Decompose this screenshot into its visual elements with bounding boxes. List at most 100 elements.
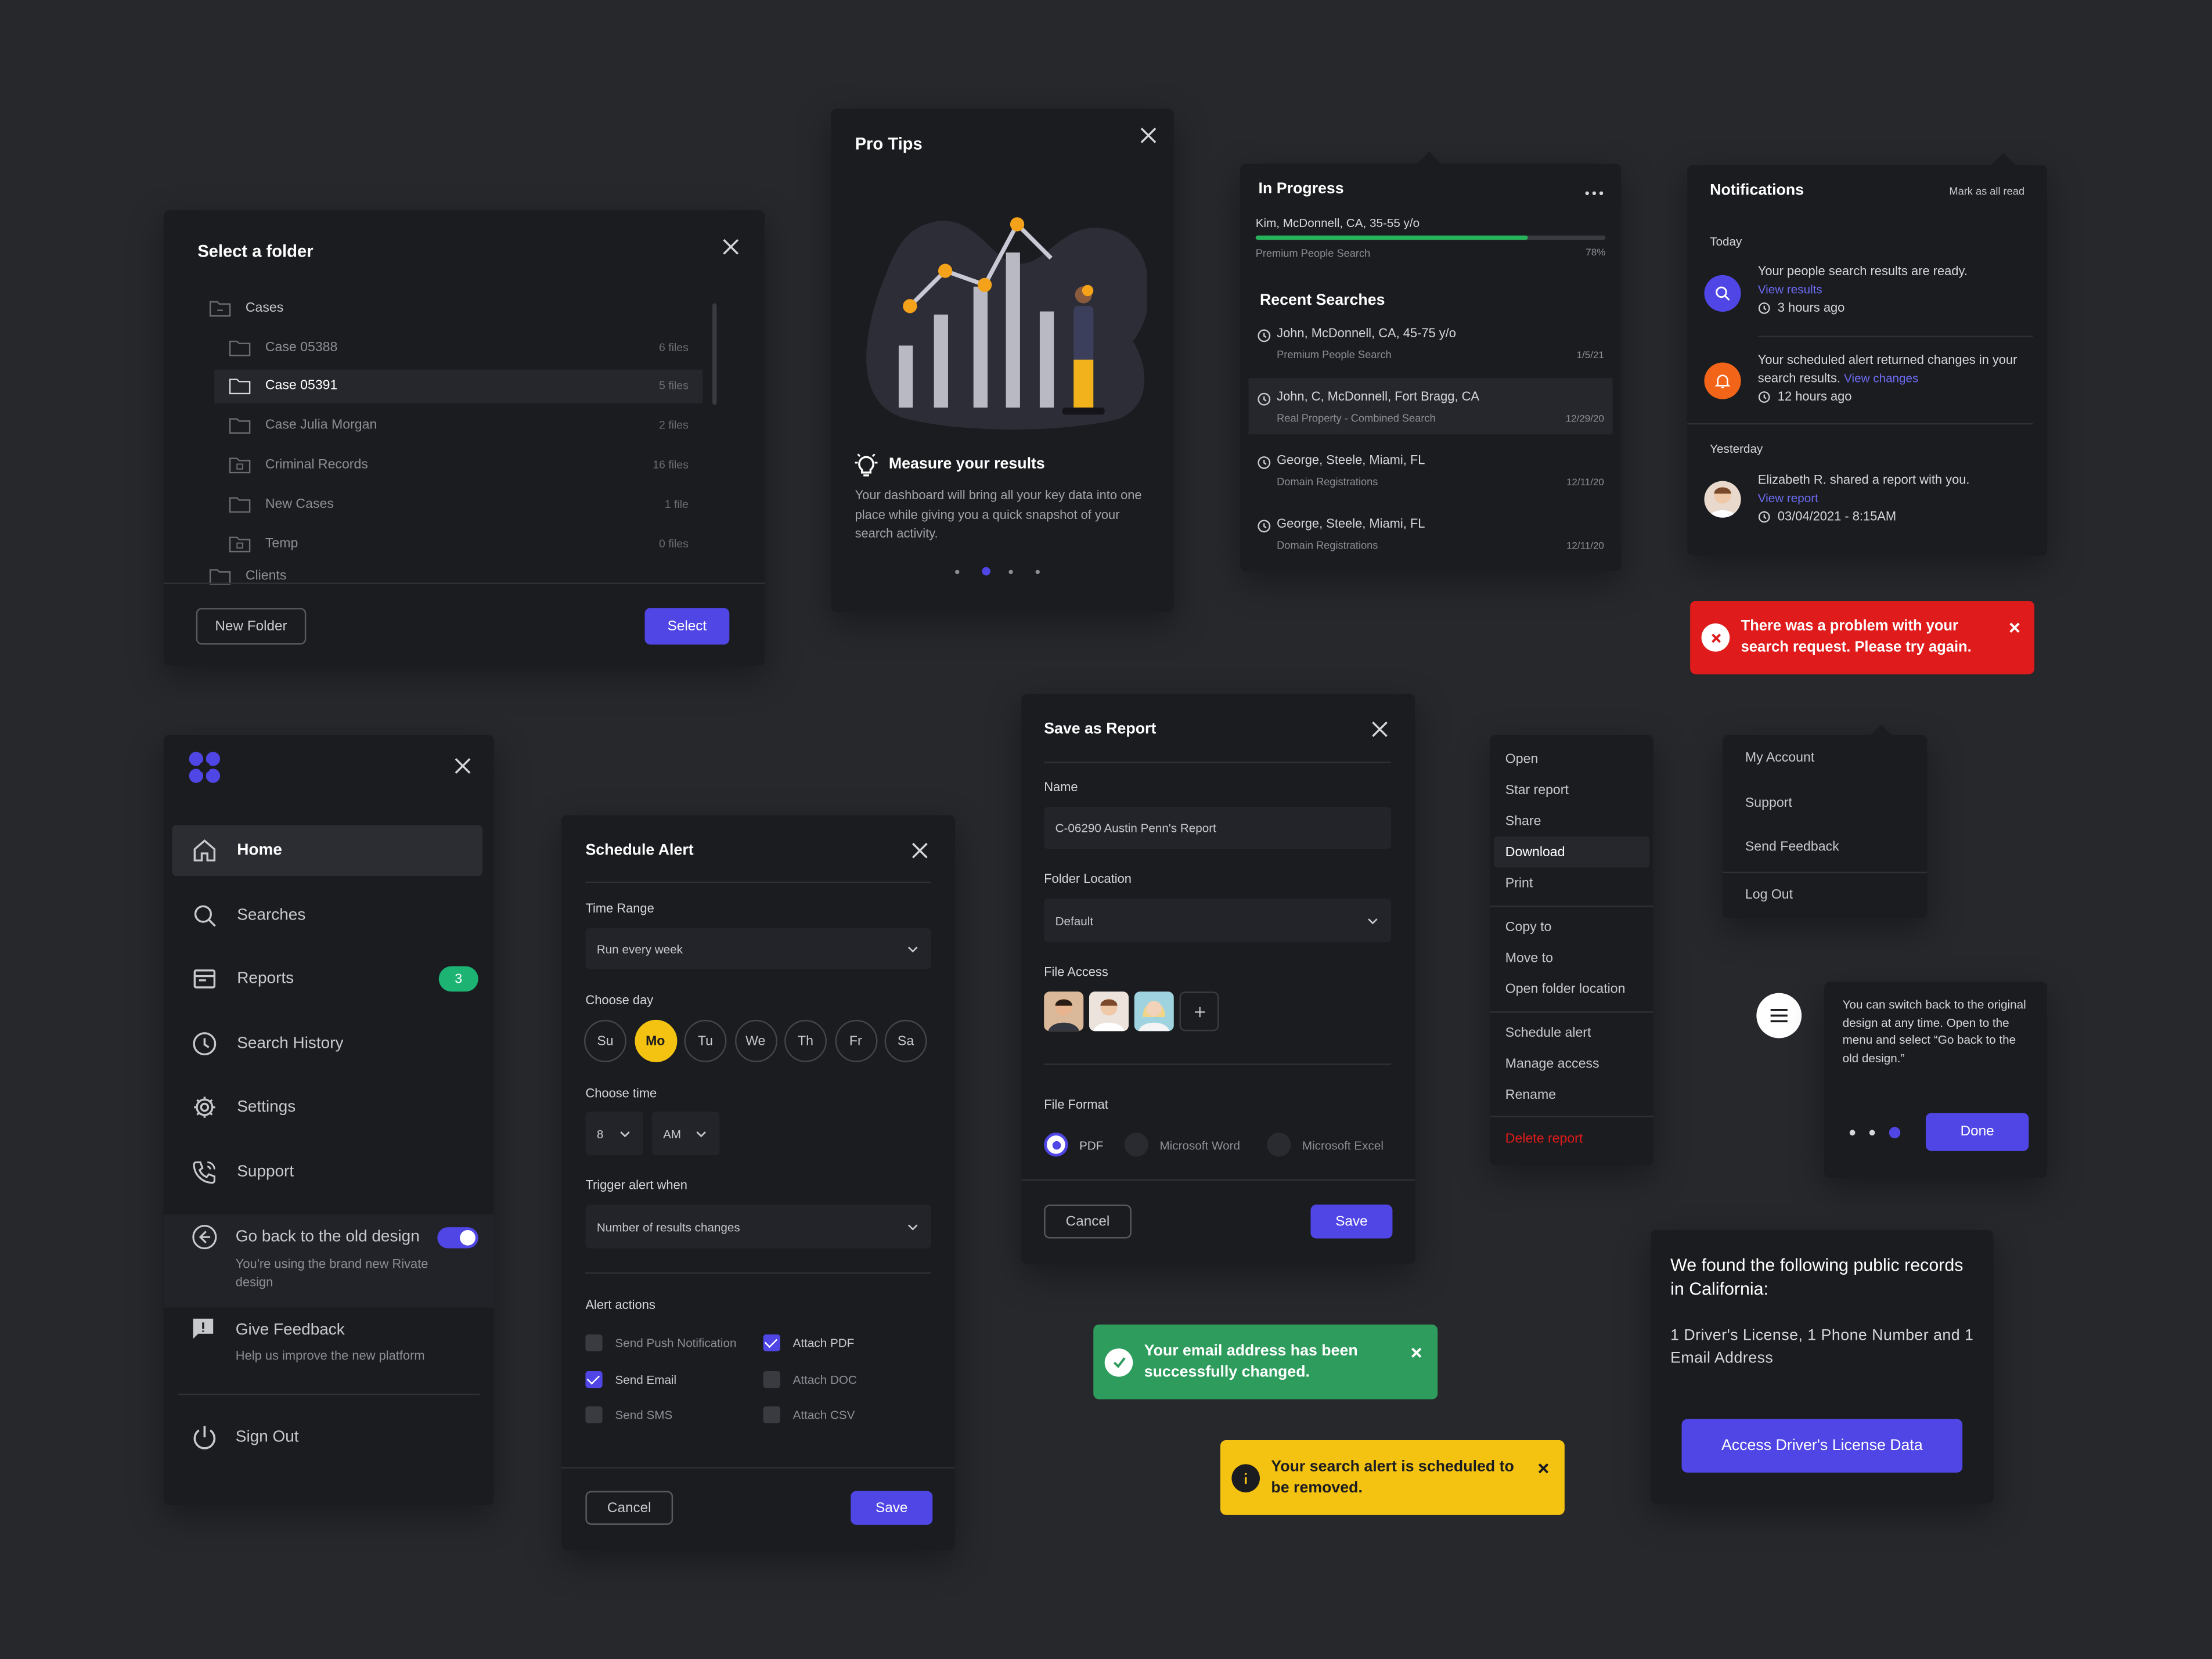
pager-dot[interactable] <box>1008 569 1013 574</box>
recent-search-row[interactable]: George, Steele, Miami, FL Domain Registra… <box>1249 505 1613 561</box>
recent-search-row[interactable]: John, C, McDonnell, Fort Bragg, CA Real P… <box>1248 378 1613 435</box>
cancel-button[interactable]: Cancel <box>585 1491 673 1525</box>
menu-item-rename[interactable]: Rename <box>1505 1088 1556 1103</box>
folder-location-select[interactable]: Default <box>1044 898 1391 943</box>
menu-item-send-feedback[interactable]: Send Feedback <box>1745 839 1839 855</box>
search-name: George, Steele, Miami, FL <box>1277 516 1425 531</box>
recent-search-row[interactable]: George, Steele, Miami, FL Domain Registra… <box>1249 442 1613 498</box>
sidebar-item-reports[interactable]: Reports 3 <box>172 954 482 1004</box>
close-icon[interactable] <box>910 841 930 860</box>
sidebar-item-settings[interactable]: Settings <box>172 1082 482 1133</box>
scrollbar[interactable] <box>712 303 717 405</box>
pager-dot[interactable] <box>955 569 960 574</box>
format-radio[interactable] <box>1267 1133 1291 1157</box>
sidebar-item-home[interactable]: Home <box>172 825 483 877</box>
sidebar-item-search-history[interactable]: Search History <box>172 1018 482 1069</box>
day-su[interactable]: Su <box>584 1019 626 1062</box>
format-radio[interactable] <box>1124 1133 1149 1157</box>
access-license-button[interactable]: Access Driver's License Data <box>1681 1419 1963 1473</box>
view-changes-link[interactable]: View changes <box>1844 371 1918 385</box>
close-icon[interactable] <box>2009 615 2020 633</box>
sidebar-item-support[interactable]: Support <box>172 1147 482 1198</box>
menu-item-open[interactable]: Open <box>1505 752 1538 767</box>
menu-item-my-account[interactable]: My Account <box>1745 751 1814 766</box>
close-icon[interactable] <box>1370 719 1390 739</box>
old-design-toggle[interactable] <box>437 1227 478 1249</box>
folder-row-5[interactable]: Temp 0 files <box>214 526 702 560</box>
save-button[interactable]: Save <box>1310 1204 1393 1239</box>
close-icon[interactable] <box>453 756 473 776</box>
file-count: 2 files <box>659 419 689 432</box>
menu-item-share[interactable]: Share <box>1505 814 1541 830</box>
sign-out-button[interactable]: Sign Out <box>236 1429 299 1446</box>
log-out-item[interactable]: Log Out <box>1745 887 1793 903</box>
time-range-select[interactable]: Run every week <box>585 928 931 969</box>
action-checkbox[interactable] <box>763 1334 780 1351</box>
avatar[interactable] <box>1044 991 1084 1032</box>
view-results-link[interactable]: View results <box>1758 281 2033 300</box>
day-tu[interactable]: Tu <box>684 1019 727 1062</box>
folder-row-2[interactable]: Case Julia Morgan 2 files <box>214 409 702 442</box>
new-folder-button[interactable]: New Folder <box>196 608 307 645</box>
tooltip-text: You can switch back to the original desi… <box>1842 997 2026 1065</box>
action-checkbox[interactable] <box>585 1370 603 1387</box>
avatar[interactable] <box>1134 991 1174 1032</box>
avatar[interactable] <box>1089 991 1129 1032</box>
select-button[interactable]: Select <box>644 608 730 645</box>
sidebar-item-searches[interactable]: Searches <box>172 890 482 940</box>
report-name-input[interactable]: C-06290 Austin Penn's Report <box>1044 806 1391 849</box>
context-menu: Delete report Open Star report Share Downlo… <box>1490 735 1653 1166</box>
illustration-bar <box>973 286 988 408</box>
day-mo[interactable]: Mo <box>634 1019 677 1062</box>
menu-item-download[interactable]: Download <box>1505 845 1565 861</box>
day-fr[interactable]: Fr <box>834 1019 877 1062</box>
notifications-panel: Notifications Mark as all read Today You… <box>1687 153 2047 556</box>
folder-icon <box>229 379 251 395</box>
action-checkbox[interactable] <box>585 1406 603 1423</box>
action-checkbox[interactable] <box>763 1406 780 1423</box>
feedback-title[interactable]: Give Feedback <box>236 1322 345 1339</box>
day-we[interactable]: We <box>734 1019 777 1062</box>
folder-row-3[interactable]: Criminal Records 16 files <box>214 448 702 481</box>
trigger-select[interactable]: Number of results changes <box>585 1204 931 1249</box>
menu-item-schedule-alert[interactable]: Schedule alert <box>1505 1026 1591 1041</box>
menu-item-star-report[interactable]: Star report <box>1505 783 1569 799</box>
pager-dot[interactable] <box>1035 569 1040 574</box>
menu-item-move-to[interactable]: Move to <box>1505 951 1553 966</box>
close-icon[interactable] <box>1538 1456 1549 1474</box>
recent-search-row[interactable]: John, McDonnell, CA, 45-75 y/o Premium Pe… <box>1249 315 1613 371</box>
hour-select[interactable]: 8 <box>585 1111 644 1156</box>
view-report-link[interactable]: View report <box>1758 489 2033 508</box>
menu-item-open-folder-location[interactable]: Open folder location <box>1505 982 1626 997</box>
menu-item-manage-access[interactable]: Manage access <box>1505 1056 1599 1072</box>
menu-fab[interactable] <box>1756 993 1802 1038</box>
menu-item-print[interactable]: Print <box>1505 876 1533 892</box>
close-icon[interactable] <box>1139 125 1158 145</box>
save-button[interactable]: Save <box>851 1491 933 1525</box>
action-label: Attach CSV <box>792 1408 855 1422</box>
add-user-button[interactable] <box>1179 991 1219 1032</box>
search-type: Domain Registrations <box>1277 539 1378 552</box>
menu-item-support[interactable]: Support <box>1745 795 1792 810</box>
folder-row-1[interactable]: Case 05391 5 files <box>214 369 703 403</box>
delete-report-item[interactable]: Delete report <box>1505 1131 1583 1147</box>
format-radio[interactable] <box>1044 1133 1068 1157</box>
folder-row-0[interactable]: Case 05388 6 files <box>214 330 702 364</box>
mark-all-read-link[interactable]: Mark as all read <box>1949 185 2024 197</box>
folder-row-4[interactable]: New Cases 1 file <box>214 487 702 521</box>
alert-actions-label: Alert actions <box>585 1297 655 1312</box>
action-checkbox[interactable] <box>763 1370 780 1387</box>
menu-item-copy-to[interactable]: Copy to <box>1505 919 1552 935</box>
cancel-button[interactable]: Cancel <box>1044 1204 1132 1239</box>
notification-time: 12 hours ago <box>1777 389 1852 403</box>
close-icon[interactable] <box>721 237 741 257</box>
ampm-select[interactable]: AM <box>651 1111 720 1156</box>
day-th[interactable]: Th <box>784 1019 827 1062</box>
day-sa[interactable]: Sa <box>884 1019 927 1062</box>
close-icon[interactable] <box>1411 1340 1422 1358</box>
pager-dot[interactable] <box>982 567 990 576</box>
more-icon[interactable] <box>1583 181 1605 196</box>
folder-root[interactable]: Cases <box>194 291 683 324</box>
done-button[interactable]: Done <box>1925 1113 2029 1151</box>
action-checkbox[interactable] <box>585 1334 603 1351</box>
